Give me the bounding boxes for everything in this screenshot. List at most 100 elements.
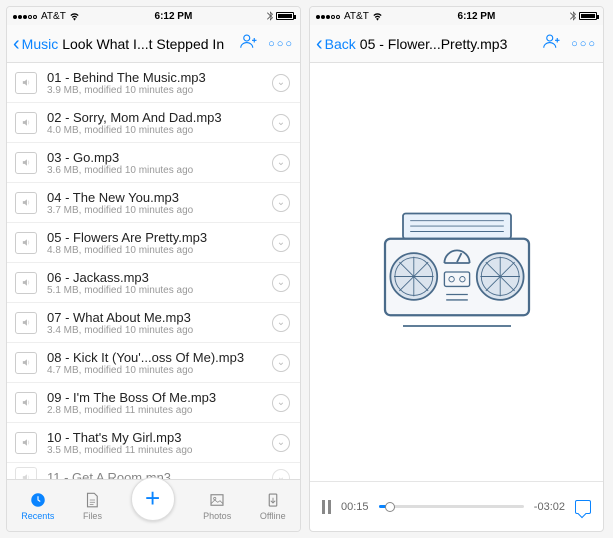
comment-button[interactable] bbox=[575, 500, 591, 514]
track-row[interactable]: 04 - The New You.mp3 3.7 MB, modified 10… bbox=[7, 183, 300, 223]
track-text: 09 - I'm The Boss Of Me.mp3 2.8 MB, modi… bbox=[47, 390, 272, 416]
track-row[interactable]: 01 - Behind The Music.mp3 3.9 MB, modifi… bbox=[7, 63, 300, 103]
status-bar: AT&T 6:12 PM bbox=[7, 7, 300, 25]
back-label: Music bbox=[22, 36, 59, 52]
tab-recents[interactable]: Recents bbox=[21, 491, 54, 521]
chevron-down-icon[interactable]: ⌄ bbox=[272, 434, 290, 452]
status-right bbox=[570, 11, 597, 21]
add-button[interactable]: + bbox=[131, 477, 175, 521]
more-options-icon[interactable]: ○○○ bbox=[268, 38, 294, 50]
bluetooth-icon bbox=[267, 11, 273, 21]
track-row[interactable]: 02 - Sorry, Mom And Dad.mp3 4.0 MB, modi… bbox=[7, 103, 300, 143]
track-sub: 3.4 MB, modified 10 minutes ago bbox=[47, 325, 272, 336]
chevron-down-icon[interactable]: ⌄ bbox=[272, 234, 290, 252]
chevron-down-icon[interactable]: ⌄ bbox=[272, 314, 290, 332]
chevron-down-icon[interactable]: ⌄ bbox=[272, 354, 290, 372]
track-text: 05 - Flowers Are Pretty.mp3 4.8 MB, modi… bbox=[47, 230, 272, 256]
audio-file-icon bbox=[15, 392, 37, 414]
track-sub: 5.1 MB, modified 10 minutes ago bbox=[47, 285, 272, 296]
nav-bar: ‹ Music Look What I...t Stepped In ○○○ bbox=[7, 25, 300, 63]
progress-thumb[interactable] bbox=[385, 502, 395, 512]
time-elapsed: 00:15 bbox=[341, 501, 369, 513]
track-row[interactable]: 09 - I'm The Boss Of Me.mp3 2.8 MB, modi… bbox=[7, 383, 300, 423]
phone-right: AT&T 6:12 PM ‹ Back 05 - Flower...Pretty… bbox=[309, 6, 604, 532]
status-left: AT&T bbox=[316, 11, 383, 22]
chevron-down-icon[interactable]: ⌄ bbox=[272, 469, 290, 480]
tab-files[interactable]: Files bbox=[83, 491, 102, 521]
track-title: 06 - Jackass.mp3 bbox=[47, 270, 272, 285]
track-text: 06 - Jackass.mp3 5.1 MB, modified 10 min… bbox=[47, 270, 272, 296]
track-row[interactable]: 08 - Kick It (You'...oss Of Me).mp3 4.7 … bbox=[7, 343, 300, 383]
track-title: 04 - The New You.mp3 bbox=[47, 190, 272, 205]
track-title: 10 - That's My Girl.mp3 bbox=[47, 430, 272, 445]
tab-photos[interactable]: Photos bbox=[203, 491, 231, 521]
tab-label: Offline bbox=[260, 511, 286, 521]
track-title: 05 - Flowers Are Pretty.mp3 bbox=[47, 230, 272, 245]
phone-left: AT&T 6:12 PM ‹ Music Look What I...t Ste… bbox=[6, 6, 301, 532]
back-button[interactable]: ‹ Back bbox=[316, 34, 356, 54]
track-list[interactable]: 01 - Behind The Music.mp3 3.9 MB, modifi… bbox=[7, 63, 300, 479]
track-title: 01 - Behind The Music.mp3 bbox=[47, 70, 272, 85]
chevron-left-icon: ‹ bbox=[13, 34, 20, 54]
track-row[interactable]: 05 - Flowers Are Pretty.mp3 4.8 MB, modi… bbox=[7, 223, 300, 263]
signal-dots-icon bbox=[316, 11, 341, 22]
add-person-icon[interactable] bbox=[543, 34, 561, 53]
tab-label: Recents bbox=[21, 511, 54, 521]
bluetooth-icon bbox=[570, 11, 576, 21]
signal-dots-icon bbox=[13, 11, 38, 22]
track-text: 07 - What About Me.mp3 3.4 MB, modified … bbox=[47, 310, 272, 336]
battery-icon bbox=[579, 12, 597, 20]
status-bar: AT&T 6:12 PM bbox=[310, 7, 603, 25]
carrier-label: AT&T bbox=[344, 11, 369, 22]
clock-icon bbox=[29, 491, 47, 509]
audio-file-icon bbox=[15, 312, 37, 334]
track-title: 02 - Sorry, Mom And Dad.mp3 bbox=[47, 110, 272, 125]
tab-label: Photos bbox=[203, 511, 231, 521]
page-title: 05 - Flower...Pretty.mp3 bbox=[356, 36, 543, 52]
tab-label: Files bbox=[83, 511, 102, 521]
audio-file-icon bbox=[15, 467, 37, 480]
now-playing-artwork bbox=[310, 63, 603, 481]
time-remaining: -03:02 bbox=[534, 501, 565, 513]
track-sub: 3.7 MB, modified 10 minutes ago bbox=[47, 205, 272, 216]
track-text: 04 - The New You.mp3 3.7 MB, modified 10… bbox=[47, 190, 272, 216]
nav-actions: ○○○ bbox=[240, 34, 294, 53]
track-row[interactable]: 10 - That's My Girl.mp3 3.5 MB, modified… bbox=[7, 423, 300, 463]
chevron-down-icon[interactable]: ⌄ bbox=[272, 194, 290, 212]
track-text: 10 - That's My Girl.mp3 3.5 MB, modified… bbox=[47, 430, 272, 456]
track-sub: 3.6 MB, modified 10 minutes ago bbox=[47, 165, 272, 176]
chevron-down-icon[interactable]: ⌄ bbox=[272, 74, 290, 92]
audio-file-icon bbox=[15, 352, 37, 374]
audio-file-icon bbox=[15, 72, 37, 94]
track-row[interactable]: 07 - What About Me.mp3 3.4 MB, modified … bbox=[7, 303, 300, 343]
wifi-icon bbox=[69, 12, 80, 21]
track-sub: 2.8 MB, modified 11 minutes ago bbox=[47, 405, 272, 416]
battery-icon bbox=[276, 12, 294, 20]
tab-bar: Recents Files + Photos Offline bbox=[7, 479, 300, 531]
track-title: 08 - Kick It (You'...oss Of Me).mp3 bbox=[47, 350, 272, 365]
tab-offline[interactable]: Offline bbox=[260, 491, 286, 521]
track-sub: 4.8 MB, modified 10 minutes ago bbox=[47, 245, 272, 256]
track-sub: 3.5 MB, modified 11 minutes ago bbox=[47, 445, 272, 456]
page-title: Look What I...t Stepped In bbox=[58, 36, 240, 52]
nav-bar: ‹ Back 05 - Flower...Pretty.mp3 ○○○ bbox=[310, 25, 603, 63]
chevron-down-icon[interactable]: ⌄ bbox=[272, 394, 290, 412]
nav-actions: ○○○ bbox=[543, 34, 597, 53]
pause-button[interactable] bbox=[322, 500, 331, 514]
chevron-down-icon[interactable]: ⌄ bbox=[272, 114, 290, 132]
back-button[interactable]: ‹ Music bbox=[13, 34, 58, 54]
track-row[interactable]: 03 - Go.mp3 3.6 MB, modified 10 minutes … bbox=[7, 143, 300, 183]
track-row[interactable]: 06 - Jackass.mp3 5.1 MB, modified 10 min… bbox=[7, 263, 300, 303]
chevron-down-icon[interactable]: ⌄ bbox=[272, 154, 290, 172]
track-text: 03 - Go.mp3 3.6 MB, modified 10 minutes … bbox=[47, 150, 272, 176]
audio-file-icon bbox=[15, 112, 37, 134]
progress-slider[interactable] bbox=[379, 505, 524, 508]
audio-file-icon bbox=[15, 272, 37, 294]
track-title: 07 - What About Me.mp3 bbox=[47, 310, 272, 325]
more-options-icon[interactable]: ○○○ bbox=[571, 38, 597, 50]
track-sub: 4.0 MB, modified 10 minutes ago bbox=[47, 125, 272, 136]
track-text: 02 - Sorry, Mom And Dad.mp3 4.0 MB, modi… bbox=[47, 110, 272, 136]
track-text: 08 - Kick It (You'...oss Of Me).mp3 4.7 … bbox=[47, 350, 272, 376]
chevron-down-icon[interactable]: ⌄ bbox=[272, 274, 290, 292]
add-person-icon[interactable] bbox=[240, 34, 258, 53]
